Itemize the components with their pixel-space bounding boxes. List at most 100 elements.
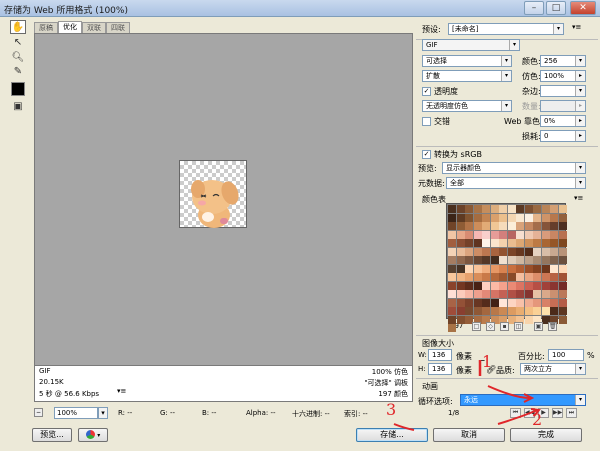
palette-swatch[interactable] [507, 307, 516, 315]
palette-swatch[interactable] [499, 222, 507, 230]
palette-swatch[interactable] [482, 213, 490, 222]
palette-swatch[interactable] [490, 256, 499, 264]
palette-swatch[interactable] [507, 281, 516, 290]
colors-input[interactable]: 256 ▾ [540, 55, 586, 67]
palette-swatch[interactable] [473, 256, 482, 264]
palette-swatch[interactable] [516, 247, 524, 256]
palette-swatch[interactable] [541, 256, 550, 264]
palette-swatch[interactable] [465, 281, 473, 290]
new-color-icon[interactable]: ◫ [514, 322, 523, 331]
palette-swatch[interactable] [507, 247, 516, 256]
map-transparent-icon[interactable]: □ [472, 322, 481, 331]
matte-dropdown[interactable]: ▾ [540, 85, 586, 97]
palette-swatch[interactable] [473, 264, 482, 273]
palette-swatch[interactable] [473, 298, 482, 307]
palette-swatch[interactable] [490, 205, 499, 213]
palette-swatch[interactable] [507, 222, 516, 230]
palette-swatch[interactable] [499, 264, 507, 273]
palette-swatch[interactable] [524, 298, 533, 307]
palette-swatch[interactable] [448, 230, 456, 239]
palette-swatch[interactable] [516, 239, 524, 247]
palette-swatch[interactable] [448, 222, 456, 230]
palette-swatch[interactable] [541, 290, 550, 298]
palette-swatch[interactable] [524, 315, 533, 324]
palette-swatch[interactable] [499, 281, 507, 290]
palette-swatch[interactable] [473, 273, 482, 281]
palette-swatch[interactable] [456, 230, 465, 239]
palette-swatch[interactable] [482, 298, 490, 307]
palette-swatch[interactable] [499, 290, 507, 298]
palette-swatch[interactable] [516, 298, 524, 307]
palette-swatch[interactable] [550, 256, 558, 264]
palette-swatch[interactable] [499, 307, 507, 315]
palette-swatch[interactable] [456, 298, 465, 307]
palette-swatch[interactable] [533, 256, 541, 264]
palette-swatch[interactable] [558, 239, 567, 247]
palette-swatch[interactable] [524, 264, 533, 273]
palette-swatch[interactable] [533, 230, 541, 239]
palette-swatch[interactable] [482, 281, 490, 290]
interlace-checkbox[interactable] [422, 117, 431, 126]
palette-swatch[interactable] [490, 230, 499, 239]
palette-swatch[interactable] [550, 230, 558, 239]
palette-swatch[interactable] [507, 239, 516, 247]
dither-input[interactable]: 100% ▸ [540, 70, 586, 82]
palette-swatch[interactable] [524, 205, 533, 213]
websnap-input[interactable]: 0% ▸ [540, 115, 586, 127]
palette-swatch[interactable] [550, 273, 558, 281]
palette-swatch[interactable] [465, 298, 473, 307]
palette-swatch[interactable] [448, 307, 456, 315]
palette-swatch[interactable] [456, 213, 465, 222]
palette-swatch[interactable] [507, 230, 516, 239]
download-speed-menu-icon[interactable]: ▾≡ [117, 387, 126, 395]
palette-swatch[interactable] [524, 213, 533, 222]
palette-swatch[interactable] [465, 256, 473, 264]
zoom-level-input[interactable]: 100% [54, 407, 98, 419]
palette-swatch[interactable] [465, 247, 473, 256]
palette-swatch[interactable] [558, 230, 567, 239]
palette-swatch[interactable] [516, 230, 524, 239]
minimize-button[interactable]: – [524, 1, 544, 15]
palette-swatch[interactable] [550, 205, 558, 213]
palette-swatch[interactable] [465, 307, 473, 315]
palette-swatch[interactable] [507, 273, 516, 281]
palette-swatch[interactable] [550, 281, 558, 290]
palette-swatch[interactable] [516, 256, 524, 264]
palette-swatch[interactable] [558, 213, 567, 222]
palette-swatch[interactable] [507, 264, 516, 273]
delete-color-icon[interactable]: 🗑︎ [548, 322, 557, 331]
palette-swatch[interactable] [473, 239, 482, 247]
palette-swatch[interactable] [473, 222, 482, 230]
palette-swatch[interactable] [465, 213, 473, 222]
palette-swatch[interactable] [448, 205, 456, 213]
palette-swatch[interactable] [482, 230, 490, 239]
palette-swatch[interactable] [524, 273, 533, 281]
palette-swatch[interactable] [448, 324, 456, 332]
palette-swatch[interactable] [448, 247, 456, 256]
palette-swatch[interactable] [473, 230, 482, 239]
palette-swatch[interactable] [448, 298, 456, 307]
palette-swatch[interactable] [448, 213, 456, 222]
palette-swatch[interactable] [541, 273, 550, 281]
palette-swatch[interactable] [516, 307, 524, 315]
palette-swatch[interactable] [550, 307, 558, 315]
palette-swatch[interactable] [541, 264, 550, 273]
palette-swatch[interactable] [473, 281, 482, 290]
palette-swatch[interactable] [482, 290, 490, 298]
palette-swatch[interactable] [456, 256, 465, 264]
reduction-dropdown[interactable]: 可选择 ▾ [422, 55, 512, 67]
palette-swatch[interactable] [482, 256, 490, 264]
preview-button[interactable]: 预览... [32, 428, 72, 442]
palette-swatch[interactable] [533, 247, 541, 256]
format-dropdown[interactable]: GIF ▾ [422, 39, 520, 51]
palette-swatch[interactable] [524, 281, 533, 290]
palette-swatch[interactable] [490, 239, 499, 247]
palette-swatch[interactable] [550, 213, 558, 222]
palette-swatch[interactable] [465, 239, 473, 247]
palette-swatch[interactable] [456, 315, 465, 324]
palette-swatch[interactable] [516, 205, 524, 213]
new-swatch-icon[interactable]: ▣ [534, 322, 543, 331]
palette-swatch[interactable] [490, 222, 499, 230]
palette-swatch[interactable] [482, 205, 490, 213]
palette-swatch[interactable] [499, 239, 507, 247]
